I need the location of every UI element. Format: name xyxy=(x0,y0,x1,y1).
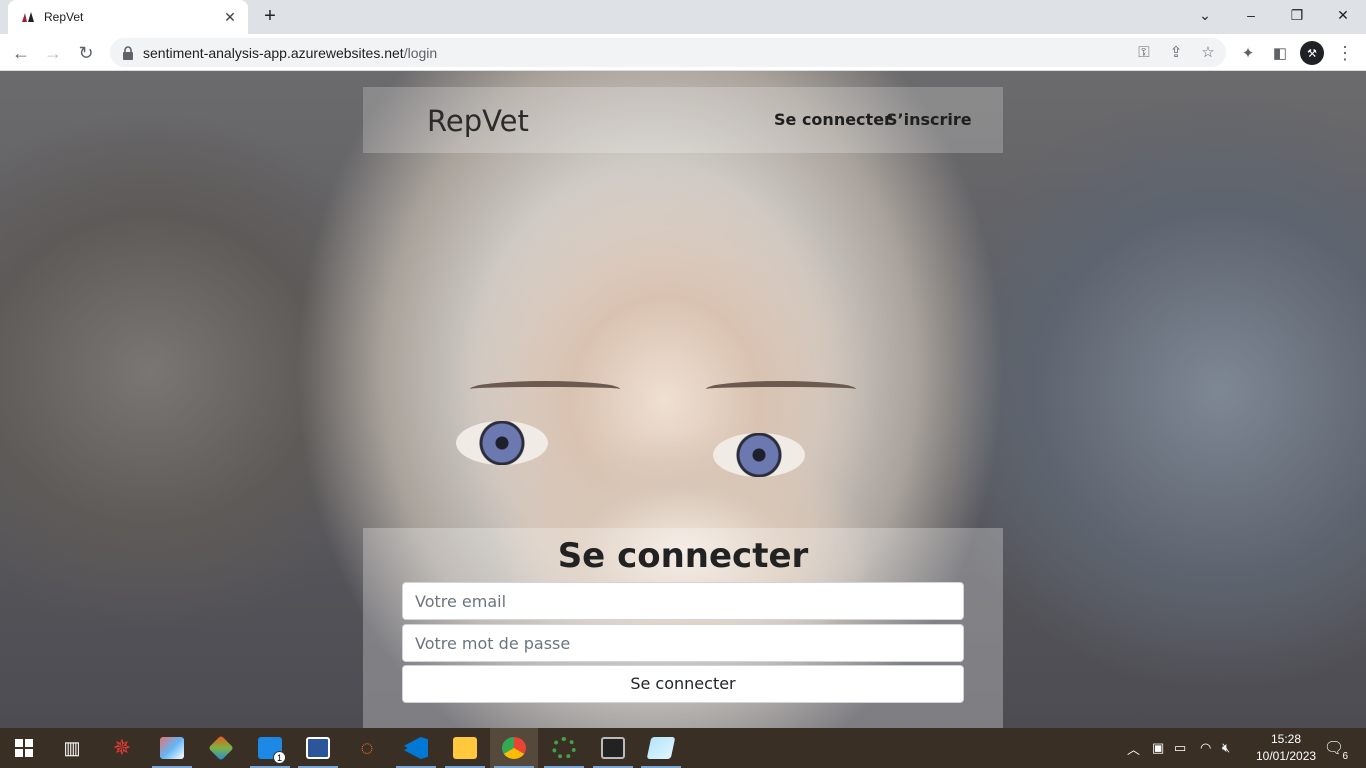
background-photo-right-brow xyxy=(706,381,856,397)
key-icon[interactable]: ⚿ xyxy=(1134,42,1154,62)
notification-center-icon[interactable]: 🗨︎ 6 xyxy=(1322,736,1348,762)
task-view-icon[interactable]: ▥ xyxy=(48,728,96,768)
side-panel-icon[interactable]: ◧ xyxy=(1269,42,1291,64)
notes-app-icon[interactable] xyxy=(637,728,685,768)
tab-repvet[interactable]: RepVet ✕ xyxy=(8,0,248,34)
close-tab-icon[interactable]: ✕ xyxy=(222,9,238,26)
email-input[interactable] xyxy=(402,582,964,620)
mail-app-icon[interactable]: 1 xyxy=(246,728,294,768)
restore-button[interactable]: ❐ xyxy=(1274,0,1320,30)
url-host: sentiment-analysis-app.azurewebsites.net xyxy=(143,44,404,61)
clock-time: 15:28 xyxy=(1270,732,1302,746)
password-input[interactable] xyxy=(402,624,964,662)
lock-icon xyxy=(123,45,133,60)
extensions-puzzle-icon[interactable]: ✦ xyxy=(1237,42,1259,64)
clock-date: 10/01/2023 xyxy=(1256,749,1317,763)
background-photo-left-eye xyxy=(456,421,548,465)
page-viewport: RepVet Se connecter S’inscrire Se connec… xyxy=(0,71,1366,728)
volume-muted-icon[interactable]: 🔇︎ xyxy=(1222,728,1230,768)
background-photo-right-eye xyxy=(713,433,805,477)
login-submit-button[interactable]: Se connecter xyxy=(402,665,964,703)
windows-logo-icon xyxy=(15,739,33,757)
ring-app-icon[interactable] xyxy=(540,728,588,768)
share-icon[interactable]: ⇪ xyxy=(1166,42,1186,62)
tab-strip: RepVet ✕ + ⌄ – ❐ ✕ xyxy=(0,0,1366,34)
device-icon[interactable]: ▣ xyxy=(1152,728,1164,768)
minimize-button[interactable]: – xyxy=(1228,0,1274,30)
nav-register-link[interactable]: S’inscrire xyxy=(886,110,972,129)
system-clock[interactable]: 15:28 10/01/2023 xyxy=(1256,731,1316,765)
bookmark-star-icon[interactable]: ☆ xyxy=(1198,42,1218,62)
notification-count: 6 xyxy=(1342,751,1348,762)
chrome-app-icon[interactable] xyxy=(490,728,538,768)
tab-title: RepVet xyxy=(44,10,84,24)
paint-app-icon[interactable] xyxy=(148,728,196,768)
url-text: sentiment-analysis-app.azurewebsites.net… xyxy=(143,45,437,61)
back-arrow-icon[interactable]: ← xyxy=(8,40,34,66)
tray-chevron-icon[interactable]: ︿ xyxy=(1127,728,1140,768)
close-window-button[interactable]: ✕ xyxy=(1320,0,1366,30)
profile-avatar[interactable]: ⚒ xyxy=(1300,41,1324,65)
background-photo-left-brow xyxy=(470,381,620,397)
wifi-icon[interactable]: ◠ xyxy=(1200,728,1211,768)
chrome-menu-icon[interactable]: ⋮ xyxy=(1336,41,1354,65)
new-tab-button[interactable]: + xyxy=(258,5,282,29)
tab-search-chevron-icon[interactable]: ⌄ xyxy=(1182,0,1228,30)
forward-arrow-icon[interactable]: → xyxy=(40,40,66,66)
windows-taskbar: ▥ ✵ 1 ◌ ︿ ▣ ▭ ◠ 🔇︎ 15:28 10/01/2023 🗨︎ 6 xyxy=(0,728,1366,768)
battery-icon[interactable]: ▭ xyxy=(1174,728,1186,768)
url-path: /login xyxy=(403,44,438,61)
word-app-icon[interactable] xyxy=(294,728,342,768)
mail-badge: 1 xyxy=(273,751,286,764)
spider-app-icon[interactable]: ✵ xyxy=(98,728,146,768)
jupyter-app-icon[interactable]: ◌ xyxy=(343,728,391,768)
vscode-app-icon[interactable] xyxy=(392,728,440,768)
browser-toolbar: ← → ↻ sentiment-analysis-app.azurewebsit… xyxy=(0,34,1366,71)
reload-icon[interactable]: ↻ xyxy=(73,40,99,66)
repvet-favicon-icon xyxy=(22,12,34,22)
address-bar[interactable]: sentiment-analysis-app.azurewebsites.net… xyxy=(110,38,1226,67)
login-card: Se connecter Se connecter xyxy=(363,528,1003,728)
terminal-app-icon[interactable] xyxy=(589,728,637,768)
git-app-icon[interactable] xyxy=(197,728,245,768)
nav-login-link[interactable]: Se connecter xyxy=(774,110,892,129)
file-explorer-icon[interactable] xyxy=(441,728,489,768)
login-title: Se connecter xyxy=(557,536,809,576)
windows-start-icon[interactable] xyxy=(0,728,48,768)
site-logo[interactable]: RepVet xyxy=(427,104,529,138)
site-header: RepVet Se connecter S’inscrire xyxy=(363,87,1003,153)
